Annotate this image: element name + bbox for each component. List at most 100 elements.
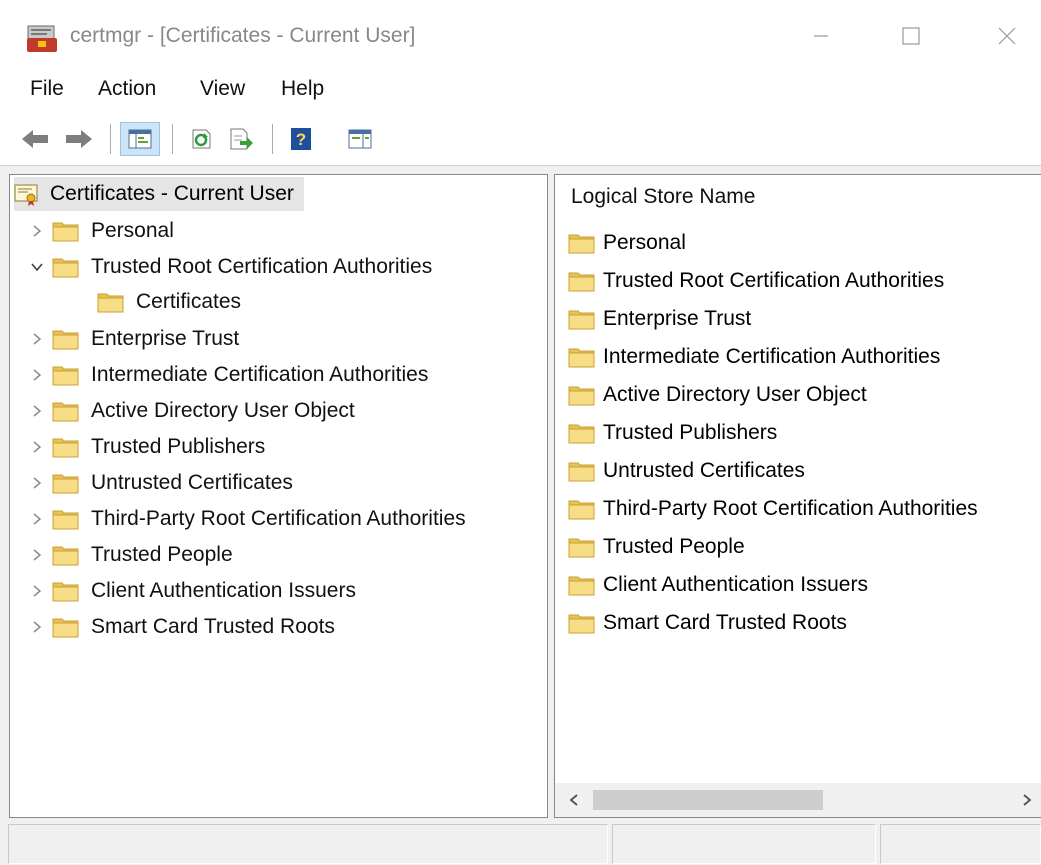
list-item[interactable]: Enterprise Trust xyxy=(568,303,751,335)
certificate-manager-icon[interactable] xyxy=(26,24,58,54)
tree-item-label: Trusted People xyxy=(91,543,233,566)
menu-file[interactable]: File xyxy=(30,77,64,101)
list-item[interactable]: Smart Card Trusted Roots xyxy=(568,607,847,639)
folder-icon xyxy=(52,472,79,494)
menu-action[interactable]: Action xyxy=(98,77,156,101)
toolbar: ? xyxy=(0,112,1041,166)
tree-item[interactable]: Client Authentication Issuers xyxy=(22,574,356,608)
chevron-right-icon[interactable] xyxy=(22,440,52,454)
window-title: certmgr - [Certificates - Current User] xyxy=(70,24,416,47)
scrollbar-thumb[interactable] xyxy=(593,790,823,810)
tree-item[interactable]: Trusted Root Certification Authorities xyxy=(22,250,432,284)
list-item[interactable]: Intermediate Certification Authorities xyxy=(568,341,940,373)
close-icon xyxy=(998,27,1016,45)
list-item-label: Third-Party Root Certification Authoriti… xyxy=(603,497,978,520)
list-item-label: Client Authentication Issuers xyxy=(603,573,868,596)
folder-icon xyxy=(52,544,79,566)
folder-icon xyxy=(568,346,595,368)
folder-icon xyxy=(568,574,595,596)
horizontal-scrollbar[interactable] xyxy=(555,783,1041,817)
minimize-button[interactable] xyxy=(798,16,844,56)
forward-button[interactable] xyxy=(62,122,96,156)
toolbar-separator xyxy=(172,124,173,154)
maximize-icon xyxy=(902,27,920,45)
menu-bar: File Action View Help xyxy=(0,68,1041,112)
list-item[interactable]: Trusted People xyxy=(568,531,745,563)
tree-item-label: Intermediate Certification Authorities xyxy=(91,363,429,386)
list-item[interactable]: Trusted Publishers xyxy=(568,417,777,449)
chevron-right-icon[interactable] xyxy=(22,476,52,490)
folder-icon xyxy=(52,364,79,386)
list-item[interactable]: Client Authentication Issuers xyxy=(568,569,868,601)
title-bar[interactable]: certmgr - [Certificates - Current User] xyxy=(0,0,1041,68)
folder-icon xyxy=(568,536,595,558)
chevron-right-icon[interactable] xyxy=(22,368,52,382)
back-arrow-icon xyxy=(22,130,48,148)
scroll-left-button[interactable] xyxy=(559,783,589,817)
back-button[interactable] xyxy=(18,122,52,156)
chevron-right-icon[interactable] xyxy=(22,332,52,346)
list-item-label: Smart Card Trusted Roots xyxy=(603,611,847,634)
console-tree-pane[interactable]: Certificates - Current User Personal Tru… xyxy=(9,174,548,818)
folder-icon xyxy=(568,422,595,444)
tree-item[interactable]: Untrusted Certificates xyxy=(22,466,293,500)
chevron-right-icon[interactable] xyxy=(22,512,52,526)
chevron-right-icon[interactable] xyxy=(22,620,52,634)
folder-icon xyxy=(568,498,595,520)
status-cell-main xyxy=(8,824,608,864)
close-button[interactable] xyxy=(984,16,1030,56)
show-hide-console-tree-icon xyxy=(128,129,152,149)
list-item-label: Untrusted Certificates xyxy=(603,459,805,482)
export-list-icon xyxy=(230,128,253,150)
list-item-label: Trusted People xyxy=(603,535,745,558)
menu-view[interactable]: View xyxy=(200,77,245,101)
tree-root-certificates-current-user[interactable]: Certificates - Current User xyxy=(14,177,304,211)
column-header-logical-store-name[interactable]: Logical Store Name xyxy=(571,185,755,209)
export-list-button[interactable] xyxy=(224,122,258,156)
tree-item-child[interactable]: Certificates xyxy=(97,285,241,319)
tree-item[interactable]: Active Directory User Object xyxy=(22,394,355,428)
chevron-down-icon[interactable] xyxy=(22,262,52,272)
svg-text:?: ? xyxy=(296,130,306,149)
folder-icon xyxy=(568,612,595,634)
folder-icon xyxy=(52,400,79,422)
tree-item[interactable]: Trusted People xyxy=(22,538,233,572)
results-pane[interactable]: Logical Store Name Personal Trusted Root… xyxy=(554,174,1041,818)
list-item-label: Active Directory User Object xyxy=(603,383,867,406)
chevron-right-icon[interactable] xyxy=(22,404,52,418)
menu-help[interactable]: Help xyxy=(281,77,324,101)
show-hide-console-tree-button[interactable] xyxy=(120,122,160,156)
tree-item[interactable]: Trusted Publishers xyxy=(22,430,265,464)
folder-icon xyxy=(52,256,79,278)
show-hide-action-pane-icon xyxy=(348,129,372,149)
list-item[interactable]: Personal xyxy=(568,227,686,259)
list-item[interactable]: Untrusted Certificates xyxy=(568,455,805,487)
tree-root-label: Certificates - Current User xyxy=(50,182,294,205)
help-button[interactable]: ? xyxy=(284,122,318,156)
chevron-right-icon[interactable] xyxy=(22,548,52,562)
chevron-right-icon[interactable] xyxy=(22,584,52,598)
list-item[interactable]: Third-Party Root Certification Authoriti… xyxy=(568,493,978,525)
list-item[interactable]: Trusted Root Certification Authorities xyxy=(568,265,944,297)
maximize-button[interactable] xyxy=(888,16,934,56)
chevron-left-icon xyxy=(569,794,578,806)
list-item[interactable]: Active Directory User Object xyxy=(568,379,867,411)
folder-icon xyxy=(568,232,595,254)
tree-item[interactable]: Smart Card Trusted Roots xyxy=(22,610,335,644)
tree-item[interactable]: Personal xyxy=(22,214,174,248)
folder-icon xyxy=(52,580,79,602)
tree-item[interactable]: Third-Party Root Certification Authoriti… xyxy=(22,502,466,536)
certificate-store-icon xyxy=(14,184,38,206)
tree-item-label: Smart Card Trusted Roots xyxy=(91,615,335,638)
folder-icon xyxy=(52,436,79,458)
scroll-right-button[interactable] xyxy=(1012,783,1041,817)
show-hide-action-pane-button[interactable] xyxy=(342,122,378,156)
tree-item-label: Trusted Root Certification Authorities xyxy=(91,255,433,278)
tree-item-label: Certificates xyxy=(136,290,242,313)
refresh-button[interactable] xyxy=(184,122,218,156)
status-bar xyxy=(0,820,1041,865)
chevron-right-icon xyxy=(1023,794,1032,806)
tree-item[interactable]: Intermediate Certification Authorities xyxy=(22,358,428,392)
tree-item[interactable]: Enterprise Trust xyxy=(22,322,239,356)
chevron-right-icon[interactable] xyxy=(22,224,52,238)
